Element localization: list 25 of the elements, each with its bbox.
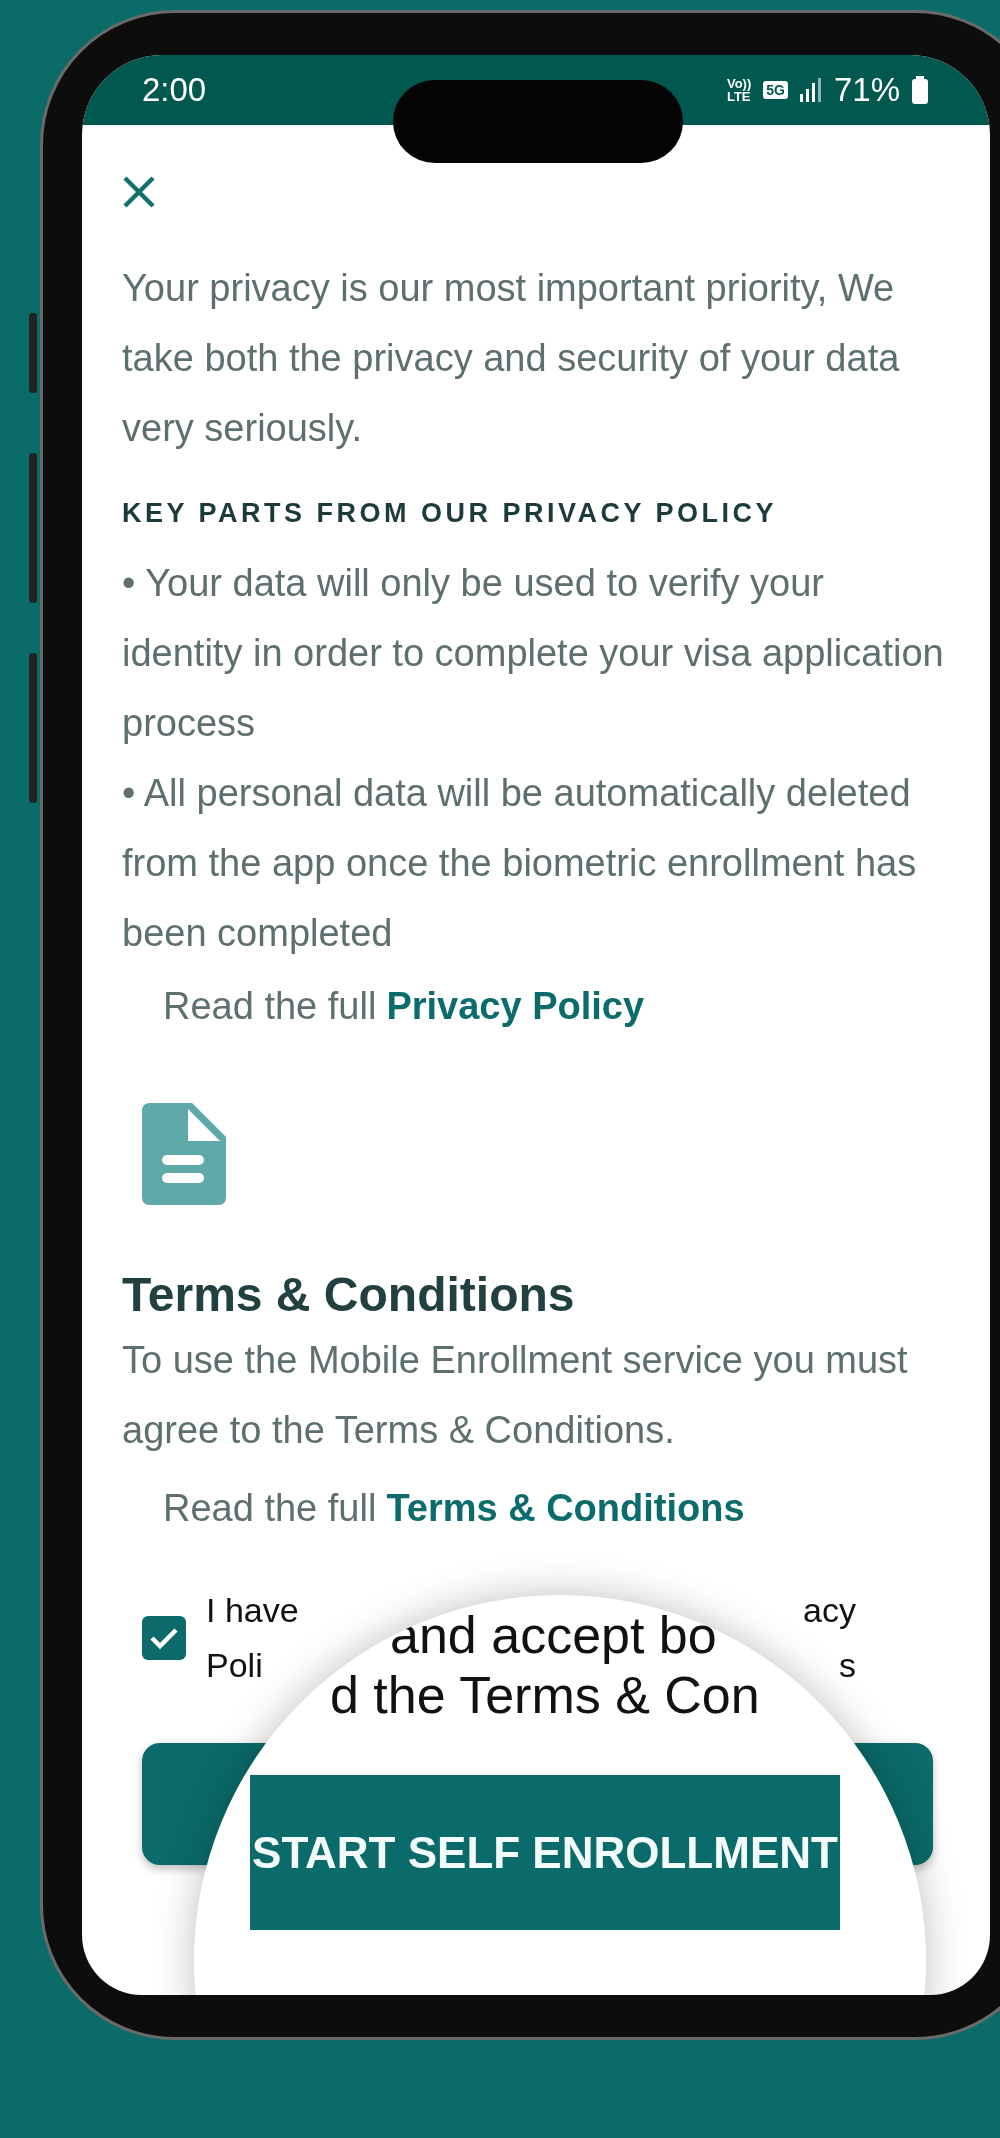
bullet-point: • All personal data will be automatically deleted from the app once the biometric enrollment has been completed [122,771,918,956]
start-enrollment-button[interactable]: START SELF ENROLLMENT [250,1775,840,1930]
consent-checkbox[interactable] [142,1616,186,1660]
consent-label-text: Poli [206,1645,264,1686]
consent-label-text: acy [803,1590,856,1631]
terms-heading: Terms & Conditions [122,1267,576,1323]
checkmark-icon [149,1626,179,1650]
privacy-policy-link[interactable]: Privacy Policy [386,971,645,1041]
privacy-paragraph: Your privacy is our most important priority, We take both the privacy and security of your data very seriously. [122,266,901,451]
document-icon [142,1103,226,1205]
network-badge: 5G [763,81,788,99]
bullet-point: • Your data will only be used to verify your identity in order to complete your visa application process [122,561,945,746]
consent-label-text: s [838,1645,856,1686]
read-full-text: Read the full [163,1486,377,1531]
signal-icon [799,78,822,102]
terms-paragraph: To use the Mobile Enrollment service you must agree to the Terms & Conditions. [122,1338,909,1453]
status-time: 2:00 [142,71,207,109]
magnified-text: d the Terms & Con [330,1665,760,1725]
consent-label-text: I have [206,1590,299,1631]
battery-percent: 71% [833,71,900,109]
volte-indicator: Vo)) LTE [726,77,752,103]
read-full-text: Read the full [163,984,377,1029]
section-label: KEY PARTS FROM OUR PRIVACY POLICY [122,497,779,530]
battery-icon [912,76,928,104]
terms-link[interactable]: Terms & Conditions [386,1473,745,1543]
